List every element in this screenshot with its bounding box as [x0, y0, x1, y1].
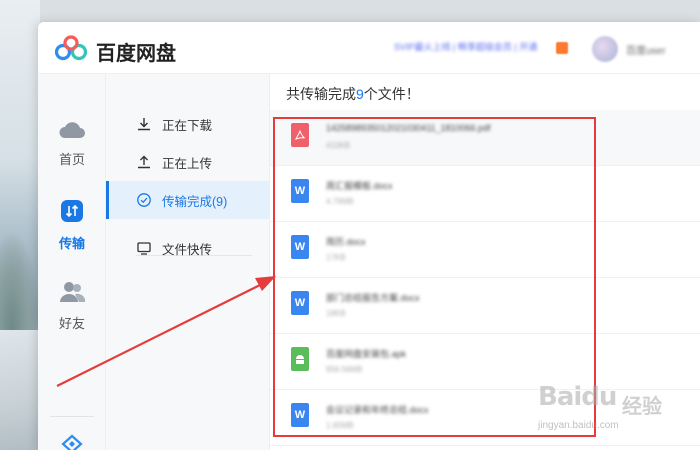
nav-item-label: 传输完成(9) [162, 194, 228, 209]
monitor-icon [137, 242, 151, 255]
file-row[interactable]: W 周汇报模板.docx 4.79MB [270, 166, 700, 222]
desktop-wallpaper-snow [0, 330, 40, 450]
file-size: 17KB [326, 253, 346, 262]
nav-item-completed[interactable]: 传输完成(9) [106, 181, 270, 219]
file-name: 百度网盘安装包.apk [326, 349, 407, 359]
file-row[interactable]: W 部门总结报告方案.docx 18KB [270, 278, 700, 334]
download-icon [138, 118, 150, 131]
file-row[interactable]: W 简历.docx 17KB [270, 222, 700, 278]
transfer-icon [61, 200, 83, 222]
file-name: 简历.docx [326, 237, 366, 247]
app-title: 百度网盘 [96, 43, 176, 65]
rail-item-label: 好友 [58, 316, 85, 331]
promo-banner[interactable]: SVIP最火上线 | 畅享超级会员 | 开通 [394, 40, 537, 53]
rail-item-transfer[interactable]: 传输 [38, 198, 106, 252]
android-file-icon [291, 347, 309, 371]
word-file-icon: W [291, 235, 309, 259]
file-row[interactable]: 1425898935012021030411_1810066.pdf 410KB [270, 110, 700, 166]
rail-item-label: 首页 [58, 152, 85, 167]
rail-item-home[interactable]: 首页 [38, 118, 106, 168]
nav-item-label: 文件快传 [162, 242, 213, 257]
watermark: Baidu 经验 jingyan.baidu.com [538, 380, 688, 440]
upload-icon [138, 155, 150, 169]
file-size: 410KB [326, 141, 351, 150]
nav-item-label: 正在下载 [162, 118, 213, 133]
nav-item-uploading[interactable]: 正在上传 [106, 143, 270, 181]
file-name: 周汇报模板.docx [326, 181, 393, 191]
gift-icon[interactable] [556, 42, 568, 54]
username[interactable]: 百度user [626, 42, 665, 57]
summary-count: 9 [356, 86, 364, 102]
file-name: 1425898935012021030411_1810066.pdf [326, 123, 491, 133]
rail-item-friends[interactable]: 好友 [38, 280, 106, 332]
pdf-file-icon [291, 123, 309, 147]
watermark-url: jingyan.baidu.com [538, 420, 619, 431]
word-file-icon: W [291, 403, 309, 427]
check-circle-icon [137, 193, 151, 207]
diamond-icon[interactable] [60, 434, 84, 450]
rail-divider [50, 416, 94, 417]
baidu-netdisk-logo-icon [54, 35, 88, 61]
word-file-icon: W [291, 291, 309, 315]
watermark-cn: 经验 [622, 396, 662, 418]
rail-item-label: 传输 [58, 236, 85, 251]
watermark-brand: Baidu [538, 382, 617, 412]
nav-item-downloading[interactable]: 正在下载 [106, 105, 270, 143]
transfer-nav-panel: 正在下载 正在上传 传输完成(9) 文件快传 [106, 74, 270, 450]
file-size: 4.79MB [326, 197, 354, 206]
avatar[interactable] [592, 36, 618, 62]
title-bar: 百度网盘 SVIP最火上线 | 畅享超级会员 | 开通 百度user [38, 22, 700, 74]
summary-prefix: 共传输完成 [286, 86, 356, 102]
nav-item-label: 正在上传 [162, 156, 213, 171]
file-name: 会议记录和年终总结.docx [326, 405, 429, 415]
summary-suffix: 个文件！ [363, 86, 420, 102]
transfer-summary: 共传输完成9个文件！ [286, 84, 420, 104]
file-size: 1.65MB [326, 421, 354, 430]
desktop-background [0, 0, 40, 450]
friends-icon [60, 282, 86, 302]
word-file-icon: W [291, 179, 309, 203]
file-size: 18KB [326, 309, 346, 318]
nav-item-quick-transfer[interactable]: 文件快传 [106, 229, 270, 267]
file-name: 部门总结报告方案.docx [326, 293, 420, 303]
left-rail: 首页 传输 好友 [38, 74, 106, 450]
file-size: 956.56MB [326, 365, 363, 374]
cloud-icon [59, 122, 85, 138]
